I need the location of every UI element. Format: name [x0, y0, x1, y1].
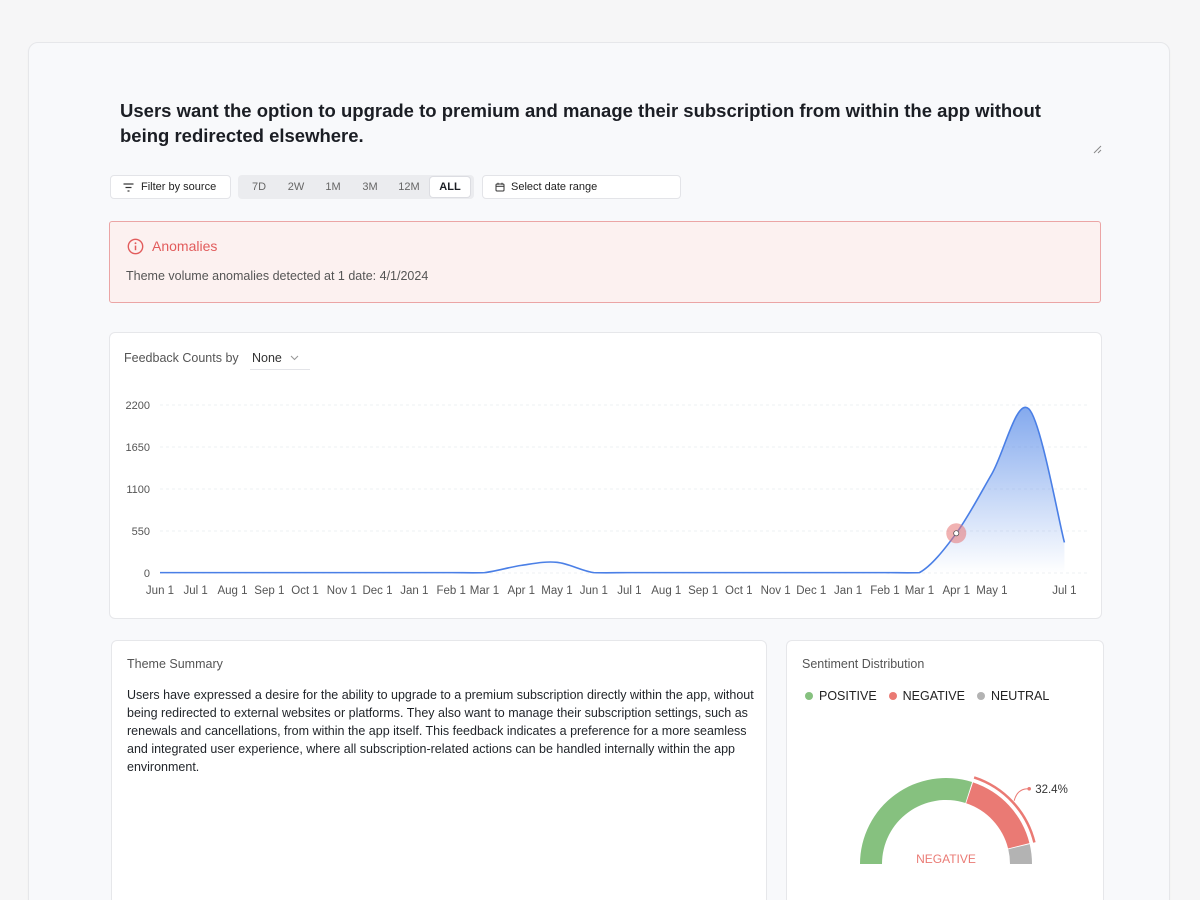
- x-tick-label: Apr 1: [508, 585, 536, 597]
- x-tick-label: Dec 1: [796, 585, 826, 597]
- range-12m-button[interactable]: 12M: [388, 177, 430, 197]
- x-tick-label: Jan 1: [400, 585, 428, 597]
- theme-summary-title: Theme Summary: [127, 657, 223, 671]
- time-range-toggle: 7D 2W 1M 3M 12M ALL: [238, 175, 474, 199]
- x-tick-label: Mar 1: [905, 585, 934, 597]
- series-line: [160, 406, 1066, 574]
- x-tick-label: Nov 1: [327, 585, 357, 597]
- x-tick-label: Sep 1: [688, 585, 718, 597]
- x-tick-label: Jun 1: [146, 585, 174, 597]
- anomaly-point: [953, 530, 960, 537]
- x-tick-label: Jan 1: [834, 585, 862, 597]
- y-tick-label: 0: [144, 568, 150, 580]
- sentiment-distribution-panel: Sentiment Distribution POSITIVE NEGATIVE…: [786, 640, 1104, 900]
- gauge-callout-value: 32.4%: [1035, 784, 1068, 796]
- y-tick-label: 1100: [126, 484, 150, 496]
- theme-summary-text: Users have expressed a desire for the ab…: [127, 688, 754, 774]
- feedback-counts-chart: 0 550 1100 1650 2200 Jun 1 Jul 1 Aug 1 Sep 1 Oct …: [126, 400, 1087, 597]
- calendar-icon: [495, 182, 505, 192]
- x-tick-label: Oct 1: [725, 585, 752, 597]
- series-area: [160, 407, 1065, 573]
- x-tick-label: Sep 1: [254, 585, 284, 597]
- x-tick-label: Jun 1: [580, 585, 608, 597]
- x-tick-label: Feb 1: [436, 585, 465, 597]
- x-tick-label: Aug 1: [217, 585, 247, 597]
- range-7d-button[interactable]: 7D: [240, 177, 278, 197]
- x-tick-label: Oct 1: [291, 585, 318, 597]
- date-range-picker[interactable]: Select date range: [482, 175, 681, 199]
- sentiment-gauge: 32.4% NEGATIVE: [860, 776, 1068, 866]
- x-tick-label: Apr 1: [943, 585, 971, 597]
- x-tick-label: May 1: [976, 585, 1007, 597]
- theme-summary-panel: Theme Summary Users have expressed a des…: [111, 640, 767, 900]
- filter-icon: [123, 182, 134, 192]
- x-tick-label: Nov 1: [761, 585, 791, 597]
- anomalies-alert: Anomalies Theme volume anomalies detecte…: [109, 221, 1101, 303]
- x-tick-label: May 1: [541, 585, 572, 597]
- x-tick-label: Mar 1: [470, 585, 499, 597]
- anomalies-title: Anomalies: [152, 238, 218, 254]
- gauge-segment-negative[interactable]: [966, 782, 1030, 849]
- feedback-counts-chart-card: Feedback Counts by None 0 550 1100 1650 2200…: [109, 332, 1102, 619]
- x-tick-label: Aug 1: [651, 585, 681, 597]
- y-tick-label: 2200: [126, 400, 150, 412]
- gauge-center-label: NEGATIVE: [916, 852, 976, 866]
- theme-title[interactable]: Users want the option to upgrade to prem…: [120, 98, 1090, 148]
- anomalies-message: Theme volume anomalies detected at 1 dat…: [126, 269, 429, 283]
- x-tick-label: Jul 1: [617, 585, 641, 597]
- x-tick-label: Jul 1: [184, 585, 208, 597]
- range-3m-button[interactable]: 3M: [352, 177, 388, 197]
- resize-grip-icon[interactable]: [1092, 144, 1102, 154]
- y-tick-label: 1650: [126, 442, 150, 454]
- info-icon: [127, 238, 144, 255]
- date-range-placeholder: Select date range: [511, 181, 598, 193]
- filter-by-source-button[interactable]: Filter by source: [110, 175, 231, 199]
- gauge-callout-line: [1013, 788, 1029, 801]
- filter-by-source-label: Filter by source: [141, 181, 217, 193]
- gauge-callout-dot: [1027, 786, 1031, 791]
- y-tick-label: 550: [132, 526, 150, 538]
- x-tick-label: Jul 1: [1052, 585, 1076, 597]
- range-all-button[interactable]: ALL: [430, 177, 470, 197]
- x-tick-label: Feb 1: [870, 585, 899, 597]
- range-1m-button[interactable]: 1M: [314, 177, 352, 197]
- x-tick-label: Dec 1: [362, 585, 392, 597]
- range-2w-button[interactable]: 2W: [278, 177, 314, 197]
